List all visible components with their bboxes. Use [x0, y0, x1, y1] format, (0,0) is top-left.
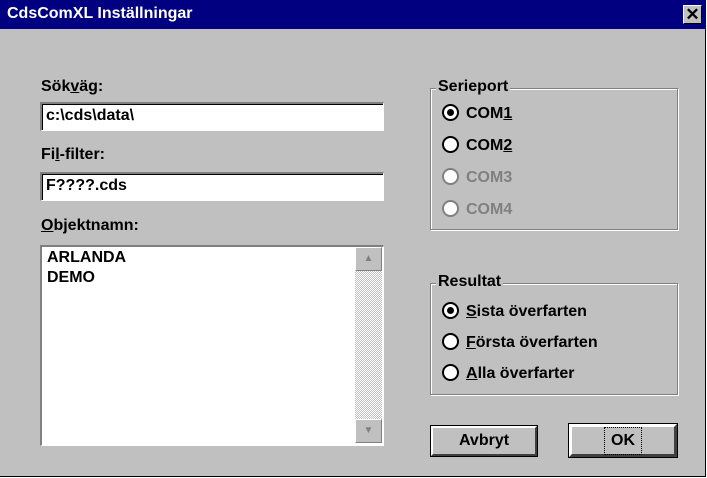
- ok-label: OK: [604, 427, 642, 455]
- window-title: CdsComXL Inställningar: [7, 5, 193, 22]
- close-button[interactable]: ✕: [683, 5, 702, 24]
- radio-selected-icon: [442, 104, 459, 121]
- scroll-up-button[interactable]: ▲: [355, 247, 382, 271]
- radio-last-pass[interactable]: Sista överfarten: [442, 302, 587, 321]
- radio-com3: COM3: [442, 168, 512, 187]
- vertical-scrollbar[interactable]: ▲ ▼: [355, 247, 382, 443]
- result-title: Resultat: [436, 273, 504, 291]
- settings-dialog: CdsComXL Inställningar ✕ Sökväg: c:\cds\…: [0, 0, 706, 477]
- ok-button[interactable]: OK: [568, 423, 678, 458]
- path-input[interactable]: c:\cds\data\: [40, 102, 384, 131]
- radio-icon: [442, 364, 459, 381]
- list-item[interactable]: ARLANDA: [47, 249, 126, 267]
- cancel-button[interactable]: Avbryt: [430, 425, 538, 457]
- list-item[interactable]: DEMO: [47, 269, 95, 287]
- scroll-down-button[interactable]: ▼: [355, 419, 382, 443]
- radio-com1[interactable]: COM1: [442, 104, 512, 123]
- path-label: Sökväg:: [41, 78, 104, 95]
- filter-value: F????.cds: [46, 177, 127, 194]
- radio-icon: [442, 333, 459, 350]
- arrow-down-icon: ▼: [363, 425, 374, 436]
- close-icon: ✕: [685, 5, 700, 24]
- filter-input[interactable]: F????.cds: [40, 172, 384, 201]
- arrow-up-icon: ▲: [363, 253, 374, 264]
- radio-icon: [442, 136, 459, 153]
- objects-label: Objektnamn:: [41, 217, 139, 234]
- radio-com2[interactable]: COM2: [442, 136, 512, 155]
- filter-label: Fil-filter:: [41, 146, 105, 163]
- path-value: c:\cds\data\: [46, 107, 135, 124]
- radio-first-pass[interactable]: Första överfarten: [442, 333, 598, 352]
- radio-all-passes[interactable]: Alla överfarter: [442, 364, 575, 383]
- radio-icon: [442, 168, 459, 185]
- radio-icon: [442, 200, 459, 217]
- radio-com4: COM4: [442, 200, 512, 219]
- objects-listbox[interactable]: ARLANDA DEMO ▲ ▼: [40, 245, 384, 446]
- title-bar: CdsComXL Inställningar ✕: [0, 0, 706, 29]
- radio-selected-icon: [442, 302, 459, 319]
- serialport-title: Serieport: [436, 78, 511, 96]
